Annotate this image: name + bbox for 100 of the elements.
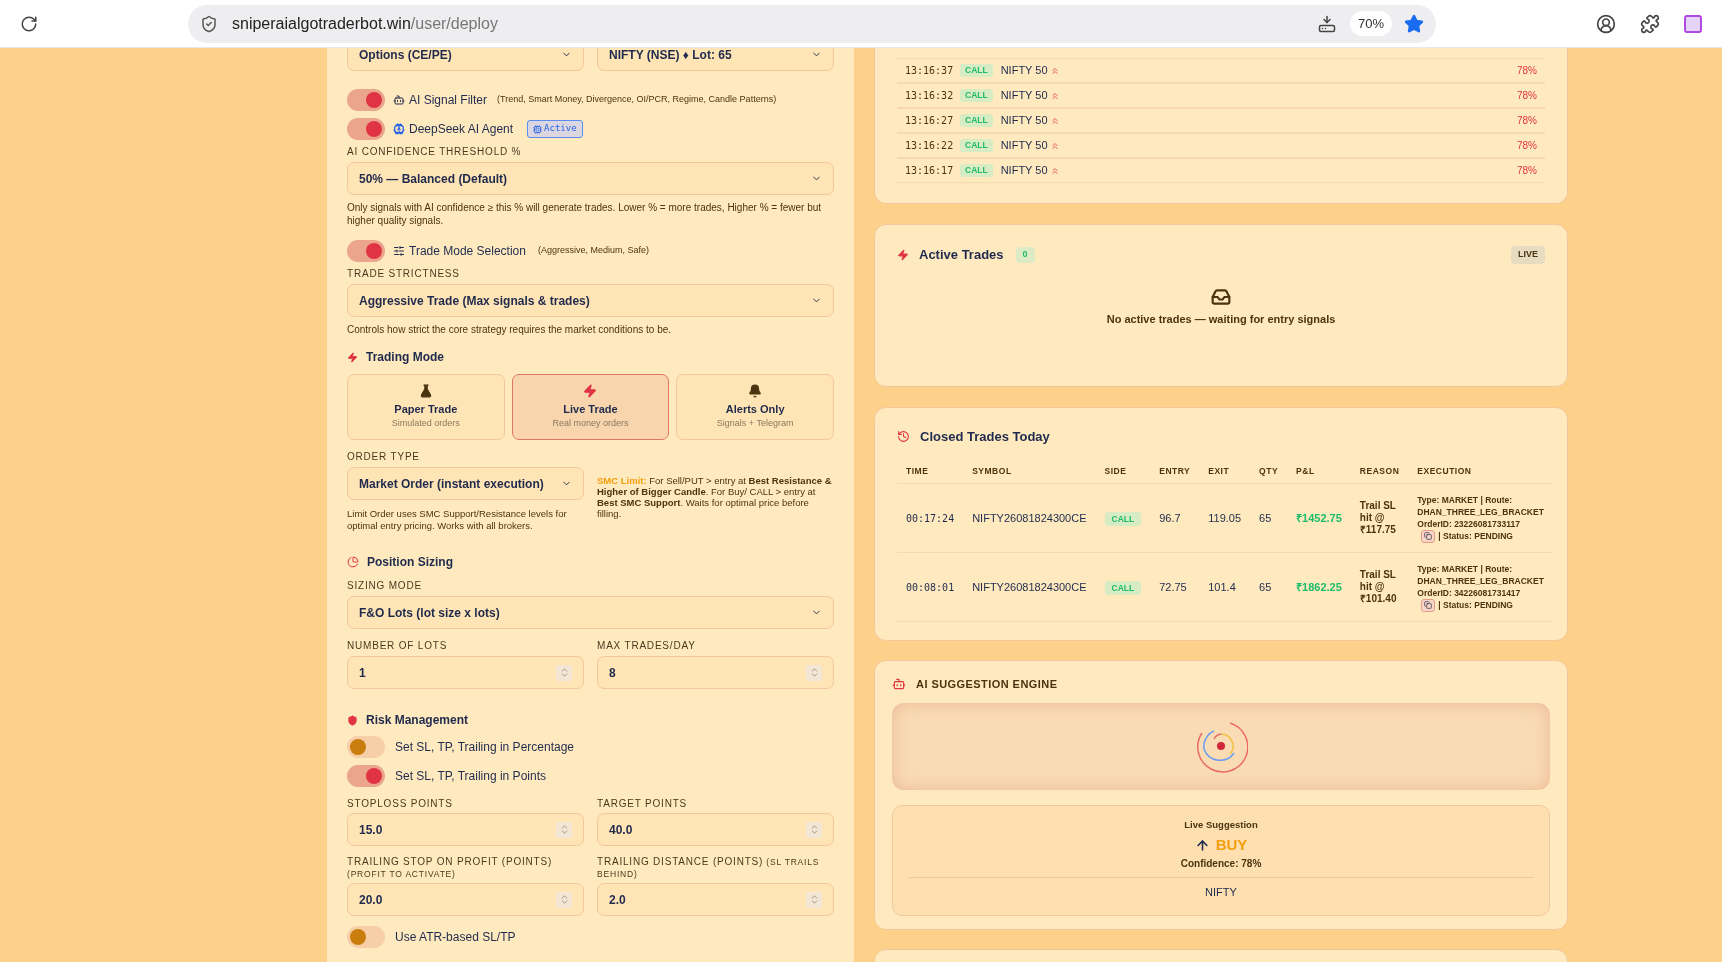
hint-text: (Trend, Smart Money, Divergence, OI/PCR, Regime, Candle Patterns) (497, 93, 777, 107)
side-tag: CALL (1104, 580, 1142, 596)
number-input[interactable]: 15.0 (347, 813, 584, 846)
dropdown-select[interactable]: 50% — Balanced (Default) (347, 162, 834, 195)
lightning-icon (583, 383, 598, 398)
toggle-switch[interactable] (347, 89, 385, 111)
zoom-level[interactable]: 70% (1349, 10, 1392, 37)
lightning-icon (897, 248, 909, 261)
signal-symbol: NIFTY 50 (1000, 163, 1048, 179)
help-text: Limit Order uses SMC Support/Resistance levels for optimal entry pricing. Works with all brokers. (347, 508, 568, 532)
toggle-switch[interactable] (347, 240, 385, 262)
execution-status: | Status: PENDING (1438, 599, 1513, 611)
smc-limit-note: SMC Limit: For Sell/PUT > entry at Best Resistance & Higher of Bigger Candle. For Buy/ CALL > entry at Best SMC Support. Waits for optimal price before filling. (597, 475, 833, 521)
signal-confidence: 78% (1517, 89, 1537, 103)
signal-time: 13:16:37 (905, 64, 955, 78)
execution-details: Type: MARKET | Route: DHAN_THREE_LEG_BRACKET OrderID: 23226081733117 (1417, 494, 1544, 529)
double-chevron-up-icon (1049, 115, 1060, 126)
copy-button[interactable] (1421, 529, 1436, 543)
table-cell: 119.05 (1199, 483, 1251, 553)
toggle-switch[interactable] (347, 118, 385, 140)
double-chevron-up-icon (1049, 140, 1060, 151)
side-tag: CALL (1104, 511, 1142, 527)
side-tag: CALL (960, 139, 993, 152)
mode-option[interactable]: Paper Trade Simulated orders (347, 374, 505, 440)
suggestion-label: Live Suggestion (1184, 817, 1258, 832)
number-input[interactable]: 2.0 (597, 883, 834, 916)
extension-icon[interactable] (1684, 14, 1702, 33)
reload-icon[interactable] (20, 14, 38, 33)
address-bar[interactable]: sniperaialgotraderbot.win/user/deploy 70% (188, 4, 1436, 43)
empty-message: No active trades — waiting for entry signals (1106, 311, 1336, 327)
signal-symbol: NIFTY 50 (1000, 113, 1048, 129)
number-input[interactable]: 1 (347, 656, 584, 689)
brain-icon (393, 123, 405, 135)
dropdown-select[interactable]: Options (CE/PE) (347, 48, 584, 71)
copy-button[interactable] (1421, 598, 1436, 612)
card-title: Active Trades (919, 246, 1004, 264)
toggle-label: DeepSeek AI Agent (409, 121, 514, 138)
help-text: Controls how strict the core strategy requires the market conditions to be. (347, 323, 673, 336)
signal-time: 13:16:32 (905, 89, 955, 103)
bookmark-star-icon[interactable] (1404, 13, 1424, 34)
field-label: MAX TRADES/DAY (597, 639, 697, 653)
profile-icon[interactable] (1596, 13, 1616, 34)
table-cell: Trail SL hit @ ₹101.40 (1350, 552, 1409, 622)
dropdown-select[interactable]: Aggressive Trade (Max signals & trades) (347, 284, 834, 317)
toggle-label: Trade Mode Selection (409, 243, 526, 260)
side-tag: CALL (960, 64, 993, 77)
mode-option[interactable]: Live Trade Real money orders (511, 374, 670, 440)
pnl-cell: ₹1452.75 (1287, 483, 1351, 553)
extensions-icon[interactable] (1640, 13, 1660, 34)
suggestion-action: BUY (1215, 834, 1248, 855)
shield-icon[interactable] (200, 14, 218, 33)
lightning-icon (347, 351, 358, 363)
number-input[interactable]: 40.0 (597, 813, 834, 846)
number-input[interactable]: 20.0 (347, 883, 584, 916)
table-cell: Trail SL hit @ ₹117.75 (1350, 483, 1409, 553)
pnl-cell: ₹1862.25 (1287, 552, 1351, 622)
side-tag: CALL (960, 164, 993, 177)
column-header: QTY (1250, 460, 1288, 484)
toggle-label: AI Signal Filter (409, 92, 488, 109)
table-cell: NIFTY26081824300CE (963, 483, 1096, 553)
shield-icon (347, 714, 358, 726)
table-cell: 96.7 (1150, 483, 1200, 553)
inbox-icon (1211, 286, 1231, 307)
card-title: Closed Trades Today (920, 428, 1050, 446)
dropdown-select[interactable]: NIFTY (NSE) ♦ Lot: 65 (597, 48, 834, 71)
card-title: AI SUGGESTION ENGINE (916, 677, 1058, 692)
toggle-label: Use ATR-based SL/TP (395, 929, 516, 946)
field-label: SIZING MODE (347, 579, 423, 593)
signal-confidence: 78% (1517, 139, 1537, 153)
column-header: EXIT (1199, 460, 1251, 484)
toggle-switch[interactable] (347, 765, 385, 787)
table-cell: 72.75 (1150, 552, 1200, 622)
signal-symbol: NIFTY 50 (1000, 88, 1048, 104)
table-cell: 65 (1250, 483, 1288, 553)
table-cell: 65 (1250, 552, 1288, 622)
signal-time: 13:16:22 (905, 139, 955, 153)
section-title: Risk Management (366, 712, 469, 729)
number-input[interactable]: 8 (597, 656, 834, 689)
mode-option[interactable]: Alerts Only Signals + Telegram (676, 374, 834, 440)
bell-icon (748, 383, 763, 398)
signal-time: 13:16:27 (905, 114, 955, 128)
signal-symbol: NIFTY 50 (1000, 63, 1048, 79)
dropdown-select[interactable]: Market Order (instant execution) (347, 467, 584, 500)
hint-text: (Aggressive, Medium, Safe) (537, 244, 649, 258)
dropdown-select[interactable]: F&O Lots (lot size x lots) (347, 596, 834, 629)
column-header: TIME (897, 460, 964, 484)
field-label: TRADE STRICTNESS (347, 267, 461, 281)
signal-symbol: NIFTY 50 (1000, 138, 1048, 154)
suggestion-symbol: NIFTY (1205, 885, 1237, 901)
section-title: Trading Mode (366, 349, 444, 366)
toggle-switch[interactable] (347, 926, 385, 948)
download-icon[interactable] (1317, 14, 1336, 33)
history-icon (897, 430, 910, 444)
double-chevron-up-icon (1049, 165, 1060, 176)
execution-status: | Status: PENDING (1438, 530, 1513, 542)
column-header: P&L (1287, 460, 1351, 484)
table-cell: 00:17:24 (897, 483, 964, 553)
toggle-switch[interactable] (347, 736, 385, 758)
count-badge: 0 (1015, 247, 1035, 263)
column-header: SYMBOL (963, 460, 1096, 484)
